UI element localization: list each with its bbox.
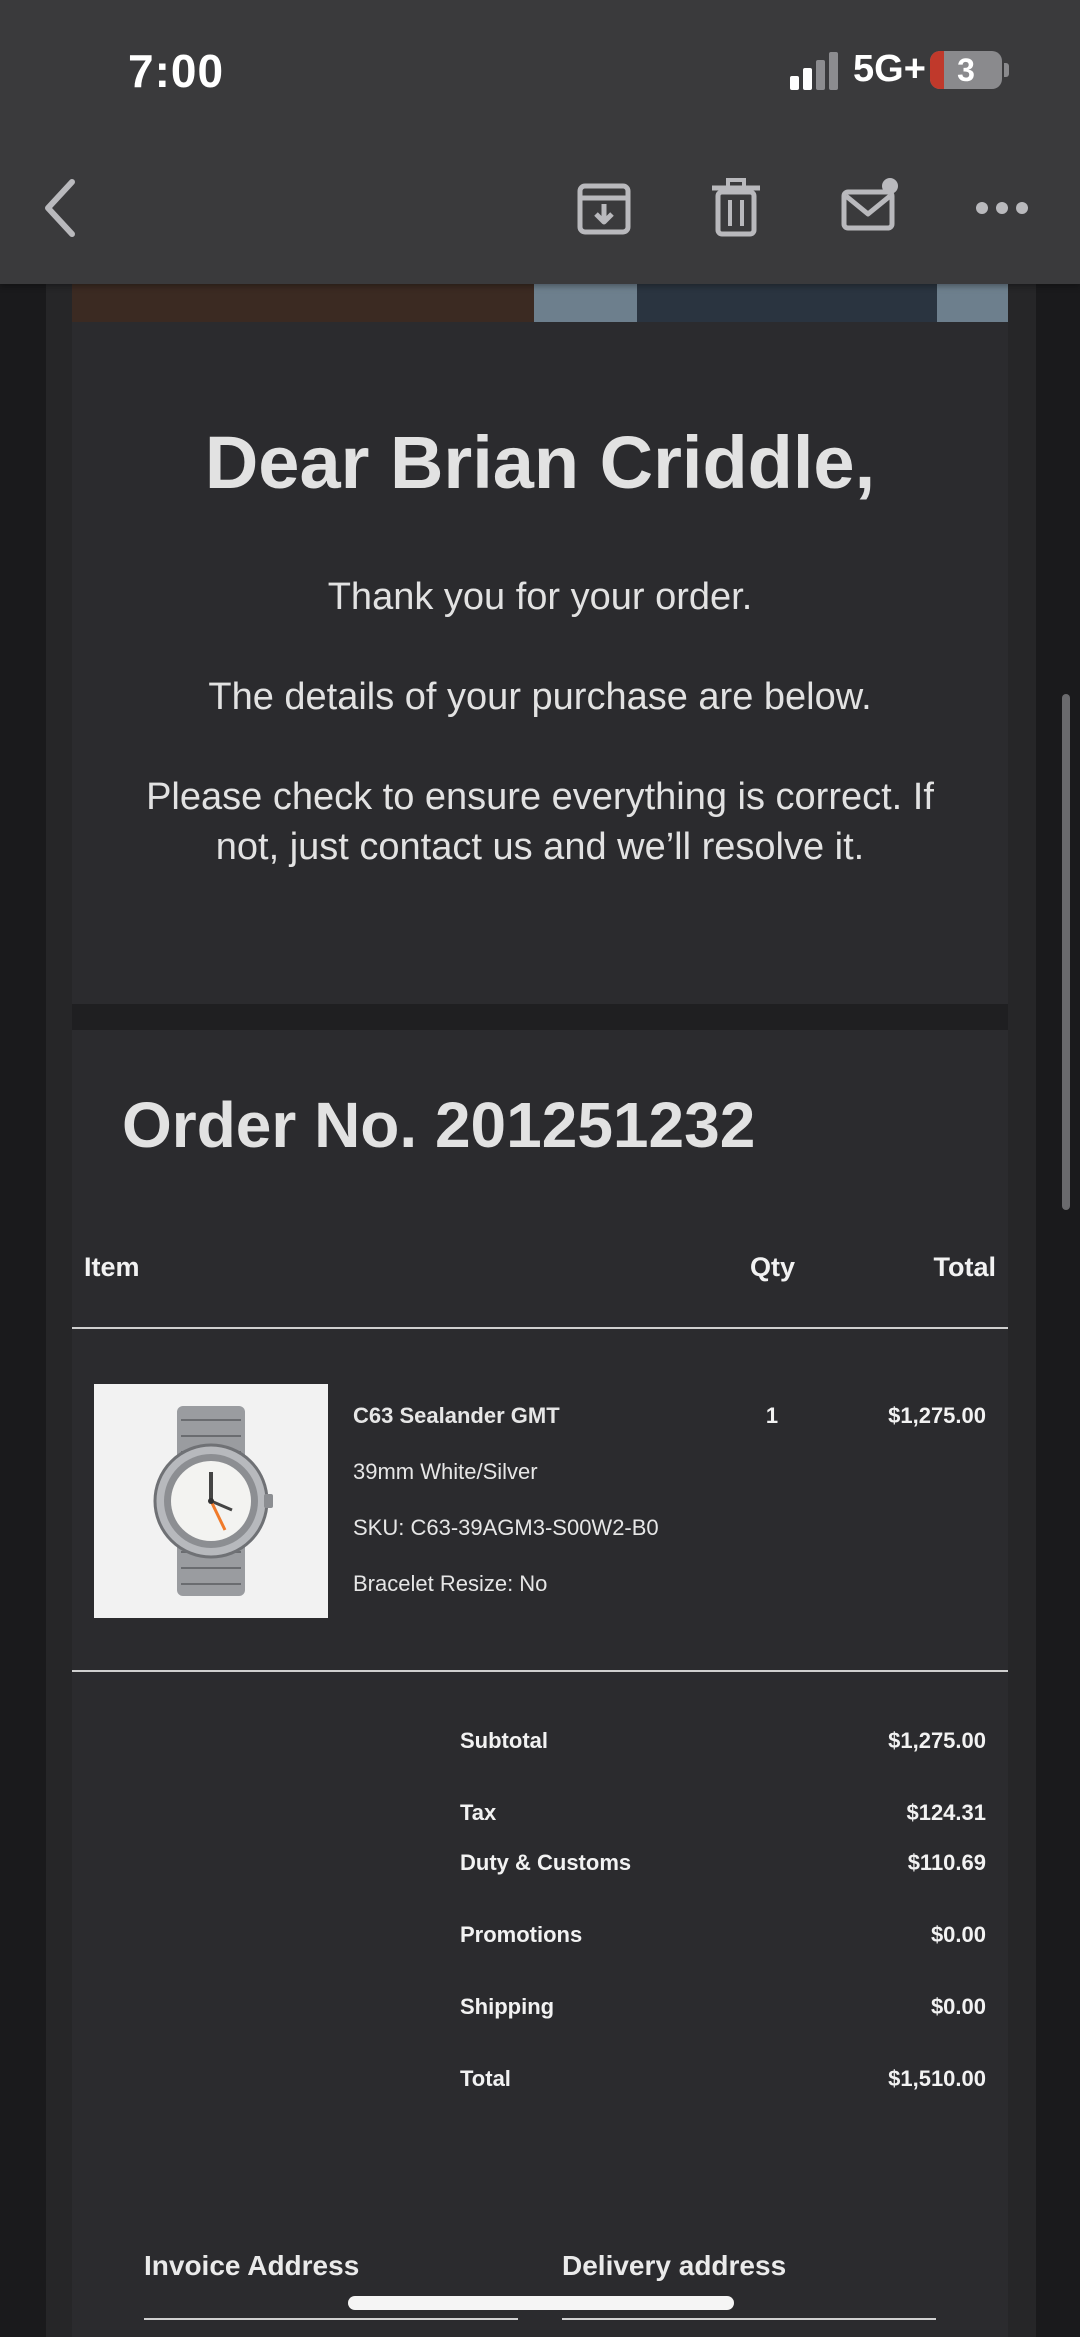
promotions-label: Promotions (460, 1922, 583, 1947)
network-type: 5G+ (853, 48, 926, 90)
order-number: Order No. 201251232 (122, 1089, 756, 1161)
more-horizontal-icon (976, 202, 1028, 214)
total-value: $1,510.00 (888, 2066, 986, 2091)
column-header-total: Total (933, 1252, 997, 1282)
delivery-address-heading: Delivery address (562, 2250, 787, 2281)
tax-value: $124.31 (906, 1800, 986, 1825)
status-time: 7:00 (128, 45, 225, 97)
duty-label: Duty & Customs (460, 1850, 632, 1875)
product-sku: SKU: C63-39AGM3-S00W2-B0 (353, 1515, 659, 1540)
tax-label: Tax (460, 1800, 497, 1825)
delivery-address-rule (562, 2318, 936, 2320)
battery-cap (1004, 63, 1009, 77)
shipping-label: Shipping (460, 1994, 555, 2019)
back-button[interactable] (30, 176, 94, 240)
greeting-heading: Dear Brian Criddle, (204, 421, 876, 504)
invoice-address-heading: Invoice Address (144, 2250, 360, 2281)
archive-button[interactable] (572, 176, 636, 240)
duty-value: $110.69 (907, 1850, 986, 1875)
archive-icon (577, 183, 631, 235)
product-name[interactable]: C63 Sealander GMT (353, 1403, 560, 1429)
subtotal-value: $1,275.00 (888, 1728, 986, 1753)
watch-image (153, 1406, 273, 1596)
thank-you-text: Thank you for your order. (327, 576, 753, 618)
chevron-left-icon (45, 179, 75, 237)
home-indicator[interactable] (348, 2296, 734, 2310)
scrollbar[interactable] (1062, 694, 1070, 1210)
section-divider (72, 1004, 1008, 1030)
check-order-text: Please check to ensure everything is cor… (146, 776, 934, 868)
hero-image (72, 284, 1008, 322)
battery-icon: 3 (930, 51, 1002, 89)
product-variant: 39mm White/Silver (353, 1459, 538, 1484)
product-total: $1,275.00 (888, 1403, 986, 1428)
promotions-value: $0.00 (930, 1922, 986, 1947)
item-rule (72, 1670, 1008, 1672)
top-bar: 7:00 5G+ 3 (0, 0, 1080, 284)
subtotal-label: Subtotal (460, 1728, 548, 1753)
hero-image-figure (637, 284, 937, 322)
mail-screen: Dear Brian Criddle, Thank you for your o… (0, 0, 1080, 2337)
right-gutter (1036, 0, 1080, 2337)
order-card (72, 1030, 1008, 2337)
total-label: Total (460, 2066, 511, 2091)
mail-unread-icon (841, 178, 898, 231)
invoice-address-rule (144, 2318, 518, 2320)
signal-icon (790, 52, 840, 90)
more-button[interactable] (970, 176, 1034, 240)
delete-button[interactable] (704, 176, 768, 240)
left-gutter (0, 0, 46, 2337)
shipping-value: $0.00 (930, 1994, 986, 2019)
product-resize: Bracelet Resize: No (353, 1571, 548, 1596)
trash-icon (712, 178, 760, 237)
battery-level: 3 (957, 52, 975, 88)
table-header-rule (72, 1327, 1008, 1329)
column-header-item: Item (84, 1252, 140, 1282)
product-qty: 1 (765, 1403, 779, 1428)
product-image[interactable] (94, 1384, 328, 1618)
purchase-details-text: The details of your purchase are below. (208, 676, 872, 718)
mark-unread-button[interactable] (838, 176, 902, 240)
column-header-qty: Qty (750, 1252, 796, 1282)
